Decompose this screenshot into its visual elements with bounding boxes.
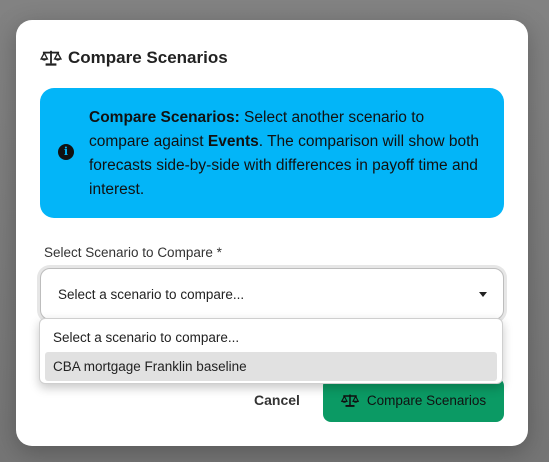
compare-button-label: Compare Scenarios <box>366 392 487 408</box>
chevron-down-icon <box>479 292 487 297</box>
scenario-select[interactable]: Select a scenario to compare... <box>40 268 504 320</box>
info-circle-icon: i <box>58 144 74 160</box>
scenario-select-label: Select Scenario to Compare * <box>44 245 222 260</box>
compare-scenarios-button[interactable]: Compare Scenarios <box>323 378 504 422</box>
scenario-dropdown-list: Select a scenario to compare... CBA mort… <box>39 318 503 384</box>
alert-heading: Compare Scenarios: <box>89 109 240 126</box>
dialog-header: Compare Scenarios <box>40 48 228 68</box>
cancel-button[interactable]: Cancel <box>240 378 314 422</box>
scale-balance-icon <box>40 50 62 66</box>
info-alert: i Compare Scenarios: Select another scen… <box>40 88 504 218</box>
dropdown-option[interactable]: Select a scenario to compare... <box>45 323 497 352</box>
scale-balance-icon <box>340 394 359 407</box>
scenario-select-value: Select a scenario to compare... <box>58 286 245 302</box>
dialog-title: Compare Scenarios <box>68 48 228 67</box>
alert-scenario-name: Events <box>207 133 259 150</box>
compare-scenarios-dialog: Compare Scenarios i Compare Scenarios: S… <box>16 20 528 446</box>
dropdown-option-highlighted[interactable]: CBA mortgage Franklin baseline <box>45 352 497 381</box>
